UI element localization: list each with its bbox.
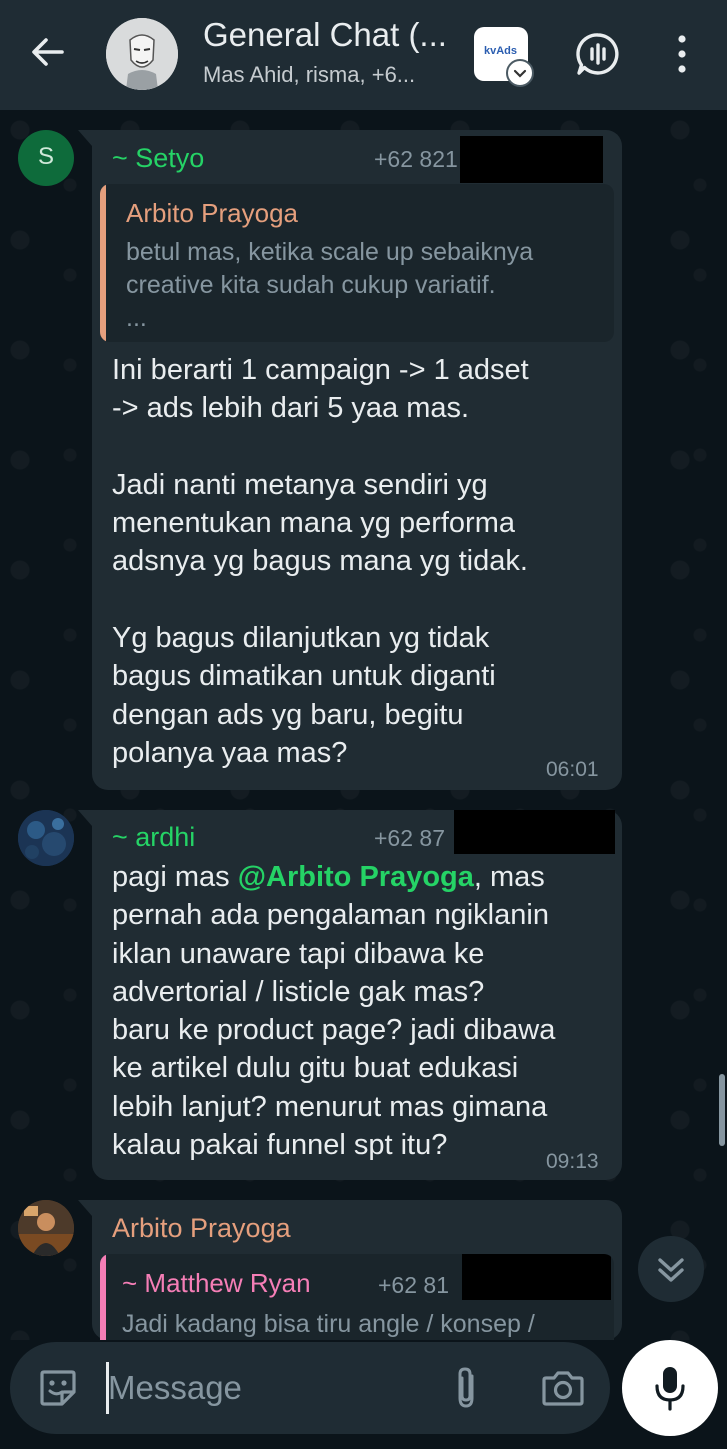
- chat-participants[interactable]: Mas Ahid, risma, +6...: [203, 62, 415, 88]
- voice-record-button[interactable]: [622, 1340, 718, 1436]
- avatar-arbito[interactable]: [18, 1200, 74, 1256]
- message-composer: [10, 1342, 610, 1434]
- sticker-emoji-icon[interactable]: [36, 1366, 80, 1410]
- redaction-box: [460, 136, 603, 183]
- camera-icon[interactable]: [540, 1366, 586, 1410]
- bubble-tail: [78, 130, 92, 146]
- chat-title[interactable]: General Chat (...: [203, 16, 447, 54]
- redaction-box: [462, 1254, 611, 1300]
- sender-name[interactable]: ~ Setyo: [112, 143, 204, 174]
- avatar-setyo[interactable]: S: [18, 130, 74, 186]
- avatar-ardhi[interactable]: [18, 810, 74, 866]
- sender-name[interactable]: ~ ardhi: [112, 822, 195, 853]
- message-text: Ini berarti 1 campaign -> 1 adset -> ads…: [112, 354, 529, 769]
- message-text-part: pagi mas: [112, 861, 238, 893]
- sender-phone: +62 87: [374, 825, 445, 851]
- quote-bar: [100, 1254, 106, 1340]
- voice-chat-icon[interactable]: [574, 30, 622, 78]
- mention-link[interactable]: @Arbito Prayoga: [238, 861, 474, 893]
- message-time: 09:13: [546, 1150, 599, 1173]
- quoted-message[interactable]: ~ Matthew Ryan +62 81 Jadi kadang bisa t…: [100, 1254, 614, 1340]
- chat-header: General Chat (... Mas Ahid, risma, +6...…: [0, 0, 727, 110]
- group-avatar[interactable]: [106, 18, 178, 90]
- message-input[interactable]: [106, 1360, 426, 1416]
- bubble-tail: [78, 1200, 92, 1216]
- sender-phone: +62 821: [374, 146, 458, 172]
- message-bubble-setyo[interactable]: ~ Setyo +62 821 Arbito Prayoga betul mas…: [78, 130, 622, 790]
- message-bubble-arbito[interactable]: Arbito Prayoga ~ Matthew Ryan +62 81 Jad…: [78, 1200, 622, 1340]
- message-time: 06:01: [546, 758, 599, 781]
- microphone-icon: [652, 1364, 688, 1412]
- quote-phone: +62 81: [378, 1272, 449, 1298]
- message-text-part: , mas pernah ada pengalaman ngiklanin ik…: [112, 861, 556, 1162]
- quote-bar: [100, 184, 106, 342]
- kvads-app-label: kvAds: [484, 45, 518, 57]
- back-arrow-icon[interactable]: [26, 30, 70, 74]
- double-chevron-down-icon: [658, 1258, 684, 1282]
- quoted-message[interactable]: Arbito Prayoga betul mas, ketika scale u…: [100, 184, 614, 342]
- paperclip-icon[interactable]: [446, 1364, 486, 1412]
- chevron-down-icon[interactable]: [506, 59, 534, 87]
- quote-text: betul mas, ketika scale up sebaiknya cre…: [126, 238, 534, 332]
- message-bubble-ardhi[interactable]: ~ ardhi +62 87 pagi mas @Arbito Prayoga,…: [78, 810, 622, 1180]
- sender-name[interactable]: Arbito Prayoga: [112, 1213, 291, 1244]
- bubble-tail: [78, 810, 92, 826]
- quote-author: ~ Matthew Ryan: [122, 1268, 311, 1298]
- quote-author: Arbito Prayoga: [126, 198, 298, 228]
- avatar-letter: S: [37, 143, 54, 170]
- more-options-icon[interactable]: [666, 30, 698, 78]
- message-text: pagi mas @Arbito Prayoga, mas pernah ada…: [112, 858, 617, 1164]
- kvads-app-icon[interactable]: kvAds: [474, 27, 534, 87]
- redaction-box: [454, 810, 615, 854]
- scroll-to-bottom-button[interactable]: [638, 1236, 704, 1302]
- scrollbar-thumb[interactable]: [719, 1074, 725, 1146]
- quote-text: Jadi kadang bisa tiru angle / konsep /: [122, 1310, 535, 1338]
